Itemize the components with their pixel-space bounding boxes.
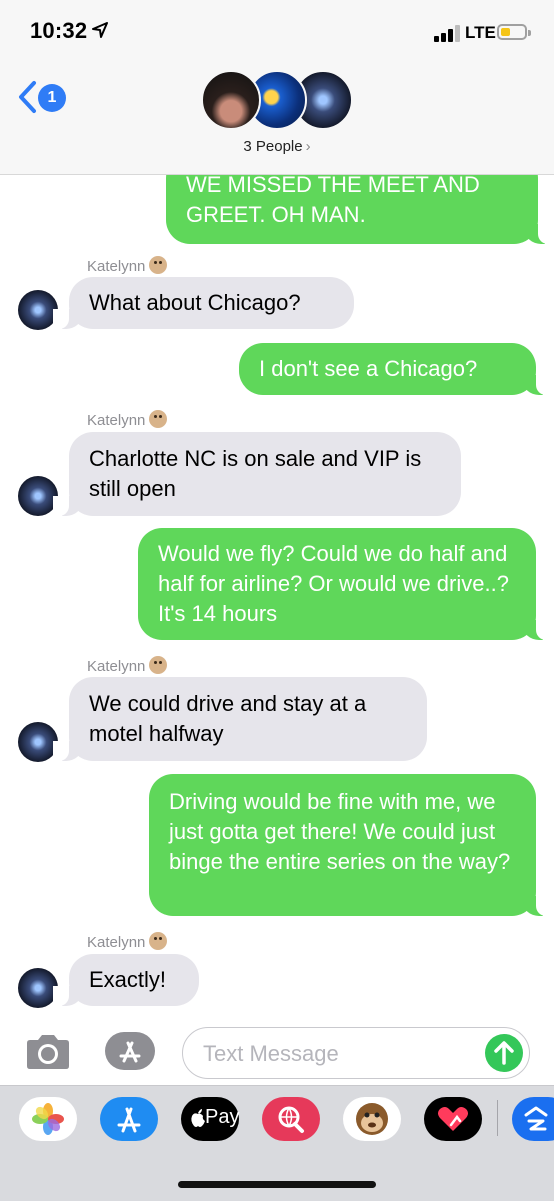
group-details-link[interactable]: 3 People › (0, 138, 554, 155)
message-text: What about Chicago? (89, 290, 301, 315)
sender-name: Katelynn (87, 410, 168, 429)
animoji-icon[interactable] (343, 1097, 401, 1141)
apple-pay-label: Pay (205, 1106, 240, 1128)
dog-face-emoji-icon (149, 656, 168, 674)
avatar (18, 476, 58, 516)
signal-strength-icon (434, 24, 462, 42)
message-text: We could drive and stay at a motel halfw… (89, 691, 367, 746)
status-bar: 10:32 LTE (0, 0, 554, 62)
web-search-icon[interactable] (262, 1097, 320, 1141)
message-text: I don't see a Chicago? (259, 356, 478, 381)
message-text: Would we fly? Could we do half and half … (158, 541, 509, 626)
app-store-button[interactable] (104, 1031, 156, 1071)
chevron-right-icon: › (305, 138, 311, 155)
sender-name: Katelynn (87, 932, 168, 951)
group-avatars[interactable] (201, 70, 355, 132)
network-type: LTE (465, 23, 496, 42)
incoming-message[interactable]: Charlotte NC is on sale and VIP is still… (53, 432, 461, 516)
apple-pay-icon[interactable]: Pay (181, 1097, 239, 1141)
avatar (18, 968, 58, 1008)
dog-face-emoji-icon (149, 932, 168, 950)
sender-name: Katelynn (87, 656, 168, 675)
dog-face-emoji-icon (149, 410, 168, 428)
incoming-message[interactable]: Exactly! (53, 954, 199, 1006)
message-input-field[interactable] (182, 1027, 530, 1079)
avatar (18, 722, 58, 762)
message-text: Driving would be fine with me, we just g… (169, 789, 511, 874)
drawer-divider (497, 1100, 498, 1136)
zillow-icon[interactable] (512, 1097, 554, 1141)
message-text: WE MISSED THE MEET AND GREET. OH MAN. (186, 172, 480, 227)
app-store-icon[interactable] (100, 1097, 158, 1141)
send-button[interactable] (485, 1034, 523, 1072)
avatar (201, 70, 261, 130)
outgoing-message[interactable]: I don't see a Chicago? (239, 343, 552, 395)
digital-touch-icon[interactable] (424, 1097, 482, 1141)
message-input[interactable] (201, 1038, 485, 1070)
message-text: Exactly! (89, 967, 167, 992)
status-time: 10:32 (30, 18, 88, 43)
dog-face-emoji-icon (149, 256, 168, 274)
apple-logo-icon (191, 1109, 205, 1127)
battery-icon (497, 24, 531, 40)
incoming-message[interactable]: What about Chicago? (53, 277, 354, 329)
outgoing-message[interactable]: Driving would be fine with me, we just g… (149, 774, 552, 916)
camera-icon[interactable] (24, 1034, 72, 1070)
participants-count: 3 People (243, 138, 303, 155)
incoming-message[interactable]: We could drive and stay at a motel halfw… (53, 677, 427, 761)
avatar (18, 290, 58, 330)
photos-icon[interactable] (19, 1097, 77, 1141)
arrow-up-icon (494, 1041, 514, 1065)
message-text: Charlotte NC is on sale and VIP is still… (89, 446, 422, 501)
unread-count-badge[interactable]: 1 (38, 84, 66, 112)
location-arrow-icon (92, 22, 108, 38)
chevron-left-icon (19, 81, 36, 113)
home-indicator[interactable] (178, 1181, 376, 1188)
sender-name: Katelynn (87, 256, 168, 275)
outgoing-message[interactable]: Would we fly? Could we do half and half … (138, 528, 552, 640)
